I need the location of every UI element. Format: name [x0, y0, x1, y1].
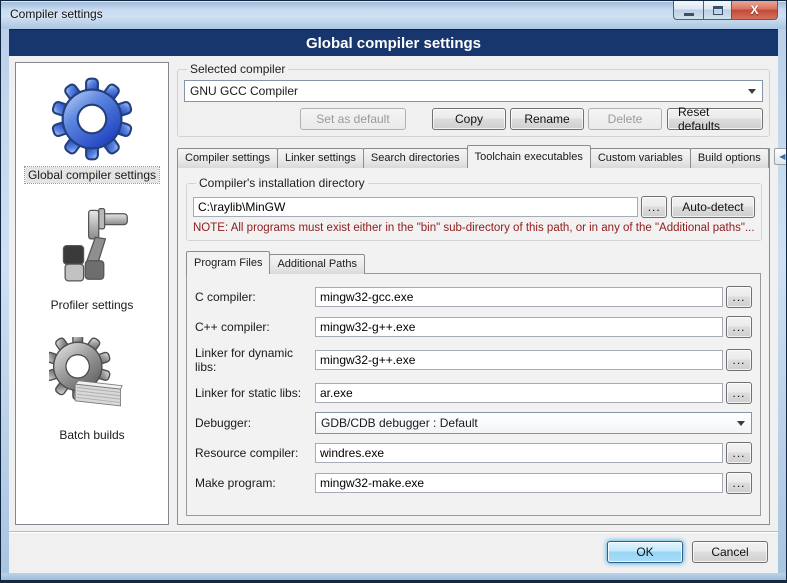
sidebar-item-label: Global compiler settings — [25, 167, 159, 183]
c-compiler-browse-button[interactable]: ... — [726, 286, 752, 308]
tab-search-directories[interactable]: Search directories — [363, 148, 468, 168]
field-label: Linker for dynamic libs: — [195, 346, 315, 374]
tab-program-files[interactable]: Program Files — [186, 251, 270, 274]
chevron-down-icon — [737, 421, 745, 426]
tab-additional-paths[interactable]: Additional Paths — [269, 254, 365, 274]
selected-compiler-group: Selected compiler GNU GCC Compiler Set a… — [177, 62, 770, 137]
maximize-button[interactable] — [703, 1, 731, 20]
make-program-browse-button[interactable]: ... — [726, 472, 752, 494]
debugger-select-value: GDB/CDB debugger : Default — [321, 416, 478, 430]
caliper-icon — [46, 205, 138, 293]
field-label: Debugger: — [195, 416, 315, 430]
field-row-resource-compiler: Resource compiler: ... — [195, 442, 752, 464]
c-compiler-input[interactable] — [315, 287, 723, 307]
main-panel: Selected compiler GNU GCC Compiler Set a… — [177, 62, 770, 525]
sidebar-item-profiler-settings[interactable]: Profiler settings — [46, 205, 138, 313]
compiler-select-value: GNU GCC Compiler — [190, 84, 298, 98]
close-icon: X — [750, 3, 758, 17]
minimize-icon — [684, 13, 694, 16]
tab-partial[interactable] — [768, 148, 770, 168]
sidebar-item-label: Batch builds — [56, 427, 127, 443]
cancel-button[interactable]: Cancel — [692, 541, 768, 563]
program-files-page: C compiler: ... C++ compiler: ... Linker… — [186, 273, 761, 516]
field-label: C++ compiler: — [195, 320, 315, 334]
field-label: Linker for static libs: — [195, 386, 315, 400]
settings-sidebar: Global compiler settings — [15, 62, 169, 525]
field-row-linker-dynamic: Linker for dynamic libs: ... — [195, 346, 752, 374]
caption-buttons: X — [673, 1, 778, 20]
set-as-default-button[interactable]: Set as default — [300, 108, 406, 130]
window-title: Compiler settings — [10, 7, 103, 21]
dialog-body: Global compiler settings — [9, 56, 778, 573]
close-button[interactable]: X — [731, 1, 778, 20]
field-row-make-program: Make program: ... — [195, 472, 752, 494]
field-row-linker-static: Linker for static libs: ... — [195, 382, 752, 404]
tab-scroll-arrows: ◀ ▶ — [774, 148, 787, 165]
field-row-cpp-compiler: C++ compiler: ... — [195, 316, 752, 338]
tab-scroll-left-icon[interactable]: ◀ — [774, 148, 787, 165]
field-row-c-compiler: C compiler: ... — [195, 286, 752, 308]
install-dir-note: NOTE: All programs must exist either in … — [193, 222, 755, 234]
install-dir-browse-button[interactable]: ... — [641, 196, 667, 218]
install-dir-group-label: Compiler's installation directory — [196, 176, 368, 190]
tab-build-options[interactable]: Build options — [690, 148, 769, 168]
resource-compiler-browse-button[interactable]: ... — [726, 442, 752, 464]
linker-dynamic-browse-button[interactable]: ... — [726, 349, 752, 371]
settings-tabs: Compiler settings Linker settings Search… — [177, 145, 770, 168]
debugger-select[interactable]: GDB/CDB debugger : Default — [315, 412, 752, 434]
minimize-button[interactable] — [673, 1, 703, 20]
cpp-compiler-input[interactable] — [315, 317, 723, 337]
make-program-input[interactable] — [315, 473, 723, 493]
field-label: Resource compiler: — [195, 446, 315, 460]
copy-button[interactable]: Copy — [432, 108, 506, 130]
tab-toolchain-executables[interactable]: Toolchain executables — [467, 145, 591, 168]
compiler-settings-window: Compiler settings X Global compiler sett… — [0, 0, 787, 583]
blue-gear-icon — [46, 75, 138, 163]
resource-compiler-input[interactable] — [315, 443, 723, 463]
program-tabs: Program Files Additional Paths — [186, 251, 761, 274]
linker-static-browse-button[interactable]: ... — [726, 382, 752, 404]
field-label: Make program: — [195, 476, 315, 490]
sidebar-item-label: Profiler settings — [48, 297, 137, 313]
sidebar-item-global-compiler-settings[interactable]: Global compiler settings — [25, 75, 159, 183]
field-label: C compiler: — [195, 290, 315, 304]
field-row-debugger: Debugger: GDB/CDB debugger : Default — [195, 412, 752, 434]
compiler-select[interactable]: GNU GCC Compiler — [184, 80, 763, 102]
toolchain-executables-page: Compiler's installation directory ... Au… — [177, 167, 770, 525]
dialog-footer: OK Cancel — [9, 531, 778, 573]
cpp-compiler-browse-button[interactable]: ... — [726, 316, 752, 338]
ok-button[interactable]: OK — [607, 541, 683, 563]
tab-linker-settings[interactable]: Linker settings — [277, 148, 364, 168]
auto-detect-button[interactable]: Auto-detect — [671, 196, 754, 218]
page-title: Global compiler settings — [9, 29, 778, 56]
selected-compiler-group-label: Selected compiler — [187, 62, 288, 76]
linker-static-input[interactable] — [315, 383, 723, 403]
gray-gear-stack-icon — [46, 335, 138, 423]
delete-button[interactable]: Delete — [588, 108, 662, 130]
chevron-down-icon — [748, 89, 756, 94]
reset-defaults-button[interactable]: Reset defaults — [667, 108, 763, 130]
install-dir-group: Compiler's installation directory ... Au… — [186, 176, 762, 241]
titlebar: Compiler settings X — [1, 1, 786, 29]
install-dir-input[interactable] — [193, 197, 638, 217]
maximize-icon — [713, 6, 723, 15]
sidebar-item-batch-builds[interactable]: Batch builds — [46, 335, 138, 443]
tab-custom-variables[interactable]: Custom variables — [590, 148, 691, 168]
window-bottom-border — [1, 573, 786, 580]
rename-button[interactable]: Rename — [510, 108, 584, 130]
tab-compiler-settings[interactable]: Compiler settings — [177, 148, 278, 168]
linker-dynamic-input[interactable] — [315, 350, 723, 370]
compiler-buttons-row: Set as default Copy Rename Delete Reset … — [184, 108, 763, 130]
